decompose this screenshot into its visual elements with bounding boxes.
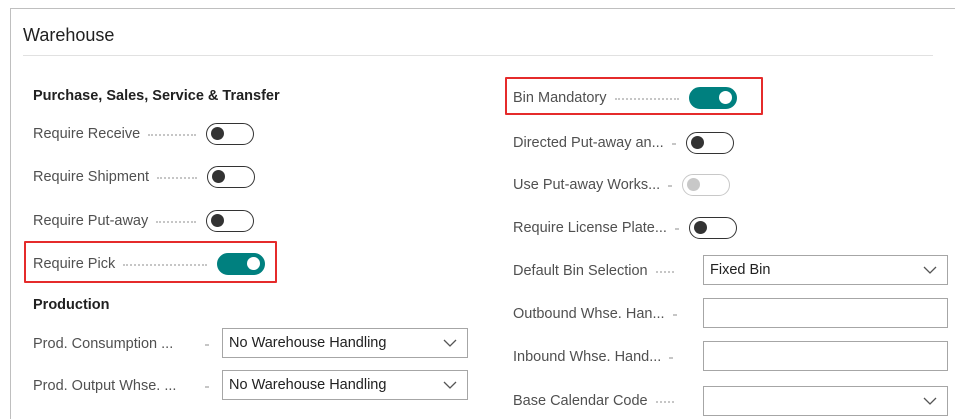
leader-dots <box>668 185 673 187</box>
chevron-down-icon <box>443 339 457 347</box>
toggle-knob <box>693 221 707 234</box>
chevron-down-icon <box>443 381 457 389</box>
toggle-knob <box>690 136 704 149</box>
toggle-row-require-shipment: Require Shipment <box>33 162 256 192</box>
select-value: Fixed Bin <box>710 262 771 278</box>
chevron-down-icon <box>923 397 937 405</box>
toggle-row-require-receive: Require Receive <box>33 119 255 149</box>
use-put-away-worksheet-toggle <box>682 174 731 196</box>
require-put-away-toggle[interactable] <box>206 210 255 232</box>
toggle-knob <box>211 127 225 140</box>
field-label: Inbound Whse. Hand... <box>513 349 662 365</box>
fasttab-title[interactable]: Warehouse <box>23 25 114 46</box>
toggle-row-use-put-away-worksheet: Use Put-away Works... <box>513 170 731 200</box>
select-row-prod-consumption: Prod. Consumption ... <box>33 329 173 359</box>
select-row-prod-output: Prod. Output Whse. ... <box>33 371 176 401</box>
toggle-knob <box>211 214 225 227</box>
field-label: Outbound Whse. Han... <box>513 306 665 322</box>
field-label: Prod. Output Whse. ... <box>33 378 177 394</box>
leader-dots <box>148 134 197 136</box>
leader-dots <box>669 357 674 359</box>
leader-dots <box>655 401 674 403</box>
directed-put-away-toggle[interactable] <box>685 132 734 154</box>
leader-dots <box>205 386 209 388</box>
field-label: Prod. Consumption ... <box>33 336 174 352</box>
field-label: Directed Put-away an... <box>513 135 664 151</box>
default-bin-selection-select[interactable]: Fixed Bin <box>703 255 948 285</box>
select-value: No Warehouse Handling <box>229 377 387 393</box>
highlight-box-bin-mandatory <box>505 77 763 115</box>
field-row-outbound-whse-handling: Outbound Whse. Han... <box>513 299 687 329</box>
prod-consumption-select[interactable]: No Warehouse Handling <box>222 328 468 358</box>
field-label: Require Receive <box>33 126 141 142</box>
field-row-base-calendar-code: Base Calendar Code <box>513 386 684 416</box>
require-license-plate-toggle[interactable] <box>688 217 737 239</box>
base-calendar-code-select[interactable] <box>703 386 948 416</box>
field-row-inbound-whse-handling: Inbound Whse. Hand... <box>513 342 683 372</box>
toggle-row-require-license-plate: Require License Plate... <box>513 213 737 243</box>
chevron-down-icon <box>923 266 937 274</box>
field-label: Require Put-away <box>33 213 149 229</box>
field-label: Require Shipment <box>33 169 150 185</box>
leader-dots <box>655 271 674 273</box>
group-title-production: Production <box>33 297 110 313</box>
highlight-box-require-pick <box>24 241 277 283</box>
require-shipment-toggle[interactable] <box>207 166 256 188</box>
inbound-whse-handling-input[interactable] <box>703 341 948 371</box>
leader-dots <box>672 314 677 316</box>
prod-output-select[interactable]: No Warehouse Handling <box>222 370 468 400</box>
select-value: No Warehouse Handling <box>229 335 387 351</box>
leader-dots <box>671 143 676 145</box>
field-label: Use Put-away Works... <box>513 177 661 193</box>
leader-dots <box>156 221 197 223</box>
outbound-whse-handling-input[interactable] <box>703 298 948 328</box>
field-label: Base Calendar Code <box>513 393 648 409</box>
toggle-row-require-put-away: Require Put-away <box>33 206 255 236</box>
leader-dots <box>674 228 679 230</box>
leader-dots <box>157 177 198 179</box>
group-title-purchase-sales: Purchase, Sales, Service & Transfer <box>33 88 280 104</box>
toggle-knob <box>687 178 701 191</box>
field-row-default-bin-selection: Default Bin Selection <box>513 256 684 286</box>
require-receive-toggle[interactable] <box>206 123 255 145</box>
title-divider <box>23 55 933 56</box>
field-label: Require License Plate... <box>513 220 667 236</box>
toggle-row-directed-put-away: Directed Put-away an... <box>513 128 734 158</box>
toggle-knob <box>212 170 226 183</box>
field-label: Default Bin Selection <box>513 263 648 279</box>
leader-dots <box>205 344 209 346</box>
